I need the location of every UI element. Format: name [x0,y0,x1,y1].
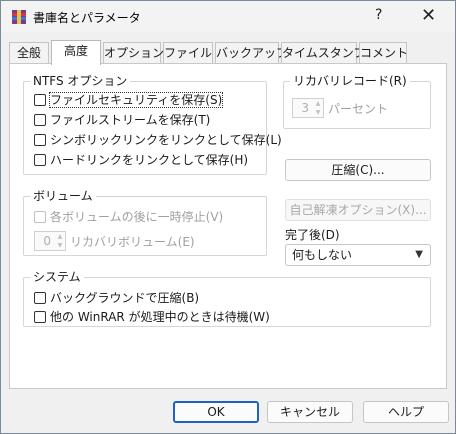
recovery-record-title: リカバリレコード(R) [290,74,410,88]
pause-after-volume-checkbox[interactable]: 各ボリュームの後に一時停止(V) [34,209,223,225]
volume-group: ボリューム 各ボリュームの後に一時停止(V) 0 ▲ ▼ リカバリボリューム(E) [23,189,267,256]
sfx-options-button[interactable]: 自己解凍オプション(X)... [285,199,431,221]
cancel-button[interactable]: キャンセル [267,401,353,423]
checkbox-box[interactable] [34,94,46,106]
tab-timestamp[interactable]: タイムスタンプ [281,42,365,64]
volume-title: ボリューム [30,189,96,203]
after-complete-value: 何もしない [292,248,353,262]
checkbox-box[interactable] [34,311,46,323]
recovery-percent-value: 3 [301,101,309,115]
dialog-window: 書庫名とパラメータ ? ✕ 全般 高度 オプション ファイル バックアップ タイ… [0,0,456,434]
recovery-record-group: リカバリレコード(R) 3 ▲ ▼ パーセント [283,74,431,129]
system-title: システム [30,270,84,284]
help-button[interactable]: ヘルプ [363,401,449,423]
title-bar: 書庫名とパラメータ ? ✕ [1,1,455,32]
tab-panel-advanced: NTFS オプション ファイルセキュリティを保存(S) ファイルストリームを保存… [9,63,447,389]
checkbox-label: バックグラウンドで圧縮(B) [50,291,200,305]
spinner-arrows-icon[interactable]: ▲ ▼ [55,232,65,250]
checkbox-label: 他の WinRAR が処理中のときは待機(W) [50,310,270,324]
winrar-icon [12,10,26,24]
recovery-volumes-label: リカバリボリューム(E) [70,235,195,249]
checkbox-box[interactable] [34,292,46,304]
tab-backup[interactable]: バックアップ [215,42,288,64]
tab-advanced[interactable]: 高度 [51,40,101,65]
tab-general[interactable]: 全般 [9,42,49,64]
tab-options[interactable]: オプション [103,42,164,64]
window-title: 書庫名とパラメータ [33,11,141,25]
system-group: システム バックグラウンドで圧縮(B) 他の WinRAR が処理中のときは待機… [23,270,431,327]
background-compress-checkbox[interactable]: バックグラウンドで圧縮(B) [34,290,199,306]
recovery-percent-unit: パーセント [328,102,389,116]
after-complete-label: 完了後(D) [285,228,340,242]
help-title-button[interactable]: ? [375,7,382,23]
checkbox-box[interactable] [34,134,46,146]
save-file-streams-checkbox[interactable]: ファイルストリームを保存(T) [34,112,210,128]
ntfs-options-group: NTFS オプション ファイルセキュリティを保存(S) ファイルストリームを保存… [23,74,282,175]
spinner-arrows-icon[interactable]: ▲ ▼ [313,99,323,117]
checkbox-label: ファイルストリームを保存(T) [50,113,211,127]
ok-button[interactable]: OK [173,401,259,423]
close-button[interactable]: ✕ [421,5,436,26]
checkbox-label: ハードリンクをリンクとして保存(H) [50,153,249,167]
save-hardlinks-checkbox[interactable]: ハードリンクをリンクとして保存(H) [34,152,248,168]
recovery-percent-spinner[interactable]: 3 ▲ ▼ [292,98,324,118]
ntfs-options-title: NTFS オプション [30,74,131,88]
checkbox-box[interactable] [34,114,46,126]
checkbox-label: 各ボリュームの後に一時停止(V) [50,210,224,224]
recovery-volumes-spinner[interactable]: 0 ▲ ▼ [34,231,66,251]
checkbox-label: シンボリックリンクをリンクとして保存(L) [50,133,282,147]
compression-button[interactable]: 圧縮(C)... [285,159,431,181]
wait-other-winrar-checkbox[interactable]: 他の WinRAR が処理中のときは待機(W) [34,309,270,325]
tab-files[interactable]: ファイル [163,42,213,64]
checkbox-label: ファイルセキュリティを保存(S) [48,92,224,108]
save-file-security-checkbox[interactable]: ファイルセキュリティを保存(S) [34,92,224,108]
after-complete-select[interactable]: 何もしない ▼ [285,244,431,266]
recovery-volumes-value: 0 [43,234,51,248]
checkbox-box[interactable] [34,211,46,223]
chevron-down-icon[interactable]: ▼ [415,245,423,265]
save-symlinks-checkbox[interactable]: シンボリックリンクをリンクとして保存(L) [34,132,282,148]
checkbox-box[interactable] [34,154,46,166]
tab-comment[interactable]: コメント [359,42,408,64]
